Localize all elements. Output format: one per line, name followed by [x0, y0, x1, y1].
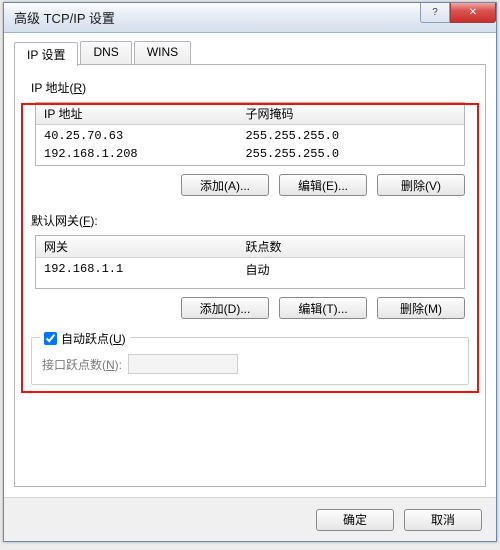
dialog-window: 高级 TCP/IP 设置 ? ✕ IP 设置 DNS WINS IP 地址(R)…: [3, 2, 497, 542]
tab-wins[interactable]: WINS: [134, 41, 191, 64]
ip-edit-button[interactable]: 编辑(E)...: [279, 174, 367, 196]
tab-strip: IP 设置 DNS WINS: [14, 41, 486, 65]
tab-ip-label: IP 设置: [27, 48, 65, 62]
ip-cell: 192.168.1.208: [36, 147, 241, 161]
tab-panel-ip: IP 地址(R) IP 地址 子网掩码 40.25.70.63 255.255.…: [14, 65, 486, 487]
ip-add-button[interactable]: 添加(A)...: [181, 174, 269, 196]
ip-button-row: 添加(A)... 编辑(E)... 删除(V): [29, 172, 471, 204]
gw-label-prefix: 默认网关(: [31, 214, 83, 228]
list-item[interactable]: 192.168.1.208 255.255.255.0: [36, 145, 464, 163]
window-title: 高级 TCP/IP 设置: [14, 8, 115, 27]
cancel-button[interactable]: 取消: [404, 509, 482, 531]
ok-button[interactable]: 确定: [316, 509, 394, 531]
metric-cell: 自动: [241, 261, 464, 278]
gw-list-header: 网关 跃点数: [36, 236, 464, 258]
gateway-list[interactable]: 网关 跃点数 192.168.1.1 自动: [35, 235, 465, 289]
ip-cell: 40.25.70.63: [36, 129, 241, 143]
gw-add-button[interactable]: 添加(D)...: [181, 297, 269, 319]
list-item[interactable]: 192.168.1.1 自动: [36, 260, 464, 278]
tab-ip-settings[interactable]: IP 设置: [14, 42, 78, 66]
gw-header-gw: 网关: [36, 238, 241, 255]
gw-label-suffix: ):: [90, 214, 97, 228]
help-icon: ?: [432, 7, 438, 18]
client-area: IP 设置 DNS WINS IP 地址(R) IP 地址 子网掩码 40.25…: [4, 33, 496, 497]
ip-header-mask: 子网掩码: [241, 105, 464, 122]
interface-metric-input: [128, 354, 238, 374]
ip-section-label: IP 地址(R): [31, 79, 471, 96]
interface-metric-label: 接口跃点数(N):: [42, 356, 122, 373]
window-buttons: ? ✕: [420, 3, 496, 23]
list-item[interactable]: 40.25.70.63 255.255.255.0: [36, 127, 464, 145]
close-icon: ✕: [469, 7, 477, 18]
ip-list-header: IP 地址 子网掩码: [36, 103, 464, 125]
help-button[interactable]: ?: [420, 3, 450, 23]
auto-metric-group: 自动跃点(U) 接口跃点数(N):: [31, 337, 469, 385]
auto-metric-title: 自动跃点(U): [40, 330, 130, 347]
gw-header-metric: 跃点数: [241, 238, 464, 255]
ip-list-body: 40.25.70.63 255.255.255.0 192.168.1.208 …: [36, 125, 464, 165]
tab-dns-label: DNS: [93, 45, 118, 59]
auto-metric-label: 自动跃点(U): [61, 330, 126, 347]
gw-delete-button[interactable]: 删除(M): [377, 297, 465, 319]
ip-delete-button[interactable]: 删除(V): [377, 174, 465, 196]
close-button[interactable]: ✕: [450, 3, 496, 23]
titlebar: 高级 TCP/IP 设置 ? ✕: [4, 3, 496, 33]
tab-wins-label: WINS: [147, 45, 178, 59]
ip-label-prefix: IP 地址(: [31, 81, 73, 95]
mask-cell: 255.255.255.0: [241, 147, 464, 161]
interface-metric-row: 接口跃点数(N):: [42, 354, 458, 374]
auto-metric-checkbox[interactable]: [44, 332, 57, 345]
ip-address-list[interactable]: IP 地址 子网掩码 40.25.70.63 255.255.255.0 192…: [35, 102, 465, 166]
ip-header-ip: IP 地址: [36, 105, 241, 122]
ip-label-suffix: ): [82, 81, 86, 95]
gw-list-body: 192.168.1.1 自动: [36, 258, 464, 288]
dialog-button-bar: 确定 取消: [4, 497, 496, 541]
gw-section-label: 默认网关(F):: [31, 212, 471, 229]
gw-cell: 192.168.1.1: [36, 262, 241, 276]
gw-edit-button[interactable]: 编辑(T)...: [279, 297, 367, 319]
tab-dns[interactable]: DNS: [80, 41, 131, 64]
mask-cell: 255.255.255.0: [241, 129, 464, 143]
gw-button-row: 添加(D)... 编辑(T)... 删除(M): [29, 295, 471, 327]
ip-label-key: R: [73, 81, 82, 95]
